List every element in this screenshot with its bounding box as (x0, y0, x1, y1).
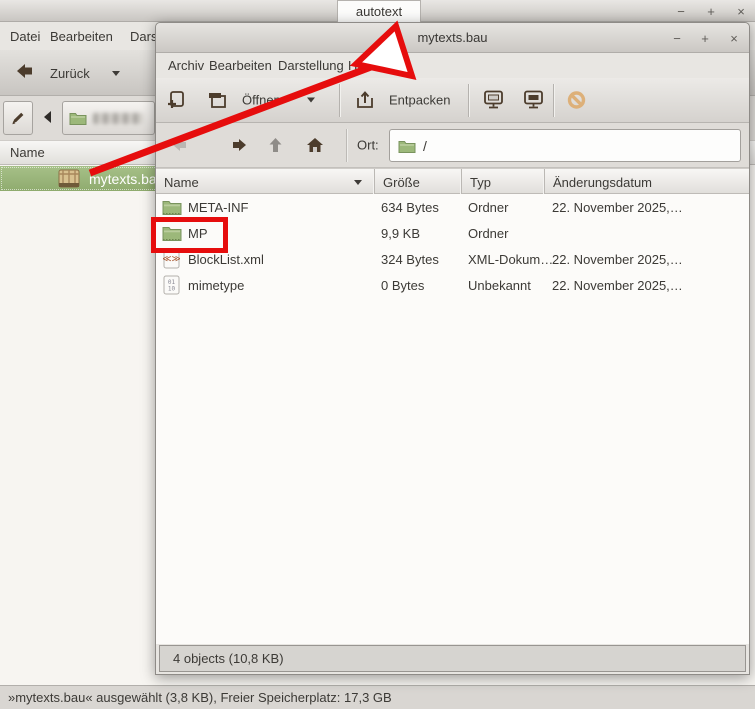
nav-home-button[interactable] (306, 137, 324, 153)
menu-archiv[interactable]: Archiv (166, 53, 206, 78)
archive-minimize-button[interactable]: − (668, 29, 686, 47)
view-all-files-button[interactable] (483, 90, 505, 111)
location-value: / (423, 138, 427, 154)
location-input[interactable]: / (389, 129, 741, 162)
column-header-modified-label: Änderungsdatum (553, 175, 652, 190)
table-row-meta-inf[interactable]: META-INF 634 Bytes Ordner 22. November 2… (156, 194, 749, 220)
nav-forward-button[interactable] (231, 138, 247, 152)
table-row-blocklist[interactable]: ≪≫ BlockList.xml 324 Bytes XML-Dokum… 22… (156, 246, 749, 272)
column-header-size[interactable]: Größe (374, 169, 461, 195)
svg-text:10: 10 (168, 286, 176, 293)
breadcrumb-folder-button[interactable] (62, 101, 155, 135)
archive-close-button[interactable]: × (725, 29, 743, 47)
archive-status-text: 4 objects (10,8 KB) (173, 651, 284, 666)
file-size: 634 Bytes (381, 194, 439, 220)
archive-file-list[interactable]: META-INF 634 Bytes Ordner 22. November 2… (156, 194, 749, 644)
bg-status-text: »mytexts.bau« ausgewählt (3,8 KB), Freie… (8, 690, 392, 705)
no-entry-icon (567, 91, 586, 110)
toolbar-separator (553, 84, 554, 117)
menu-bearbeiten[interactable]: Bearbeiten (207, 53, 274, 78)
file-modified: 22. November 2025,… (552, 194, 683, 220)
archive-file-icon (57, 168, 81, 189)
archive-statusbar: 4 objects (10,8 KB) (159, 645, 746, 672)
toolbar-separator (468, 84, 469, 117)
file-modified: 22. November 2025,… (552, 246, 683, 272)
forward-arrow-icon (231, 138, 247, 152)
table-row-mimetype[interactable]: 0110 mimetype 0 Bytes Unbekannt 22. Nove… (156, 272, 749, 298)
archive-navbar: Ort: / (156, 123, 749, 168)
add-files-icon (166, 90, 186, 110)
column-header-name-label: Name (164, 175, 199, 190)
view-as-folder-button[interactable] (523, 90, 545, 111)
archive-column-headers: Name Größe Typ Änderungsdatum (156, 168, 749, 194)
archive-toolbar: Öffnen Entpacken (156, 78, 749, 123)
bg-window-titlebar: autotext − + × (0, 0, 755, 22)
extract-button[interactable] (354, 90, 376, 110)
archive-menubar: Archiv Bearbeiten Darstellung Hilfe (156, 53, 749, 78)
annotation-rect-mp (151, 217, 228, 253)
archive-box-icon (206, 90, 228, 110)
desktop: autotext − + × Datei Bearbeiten Darstell… (0, 0, 755, 709)
delete-button[interactable] (206, 90, 228, 110)
back-arrow-icon (16, 63, 34, 79)
file-name: mimetype (188, 272, 244, 298)
file-type: Unbekannt (468, 272, 531, 298)
up-arrow-icon (268, 137, 283, 153)
file-type: Ordner (468, 220, 508, 246)
blurred-breadcrumb-text (93, 113, 143, 124)
location-label: Ort: (357, 138, 379, 153)
column-header-size-label: Größe (383, 175, 420, 190)
archive-titlebar: mytexts.bau − + × (156, 23, 749, 53)
back-arrow-disabled-icon (172, 138, 188, 152)
svg-text:≪≫: ≪≫ (163, 255, 180, 265)
nav-up-button[interactable] (268, 137, 283, 153)
column-header-type-label: Typ (470, 175, 491, 190)
selected-file-label: mytexts.bau (89, 171, 164, 187)
edit-path-button[interactable] (3, 101, 33, 135)
sort-descending-icon (354, 180, 362, 185)
bg-close-button[interactable]: × (732, 2, 750, 20)
column-header-modified[interactable]: Änderungsdatum (544, 169, 749, 195)
menu-darstellung[interactable]: Darstellung (276, 53, 346, 78)
bg-minimize-button[interactable]: − (672, 2, 690, 20)
column-header-name[interactable]: Name (156, 169, 374, 195)
file-size: 9,9 KB (381, 220, 420, 246)
file-type: XML-Dokum… (468, 246, 553, 272)
screen-icon (483, 90, 505, 111)
navbar-separator (346, 129, 347, 162)
home-icon (306, 137, 324, 153)
folder-icon (69, 111, 87, 125)
back-dropdown-icon[interactable] (112, 71, 120, 76)
bg-statusbar: »mytexts.bau« ausgewählt (3,8 KB), Freie… (0, 685, 755, 709)
extract-icon (354, 90, 376, 110)
open-dropdown-icon[interactable] (307, 98, 315, 103)
screen-dark-icon (523, 90, 545, 111)
menu-hilfe[interactable]: Hilfe (346, 53, 376, 78)
column-header-type[interactable]: Typ (461, 169, 544, 195)
back-button[interactable]: Zurück (48, 50, 92, 96)
file-size: 0 Bytes (381, 272, 424, 298)
archive-window-title: mytexts.bau (417, 30, 487, 45)
binary-file-icon: 0110 (163, 272, 180, 298)
bg-menu-bearbeiten[interactable]: Bearbeiten (48, 22, 115, 50)
file-size: 324 Bytes (381, 246, 439, 272)
bg-menu-datei[interactable]: Datei (8, 22, 42, 50)
toolbar-separator (339, 84, 340, 117)
stop-button[interactable] (567, 91, 586, 110)
nav-back-button[interactable] (172, 138, 188, 152)
file-modified: 22. November 2025,… (552, 272, 683, 298)
pencil-icon (10, 110, 26, 126)
scroll-left-icon[interactable] (42, 110, 52, 124)
table-row-mp[interactable]: MP 9,9 KB Ordner (156, 220, 749, 246)
open-button[interactable]: Öffnen (242, 93, 281, 108)
archive-window: mytexts.bau − + × Archiv Bearbeiten Dars… (155, 22, 750, 675)
add-files-button[interactable] (166, 90, 186, 110)
file-type: Ordner (468, 194, 508, 220)
bg-window-title: autotext (337, 0, 421, 22)
bg-maximize-button[interactable]: + (702, 2, 720, 20)
archive-maximize-button[interactable]: + (696, 29, 714, 47)
folder-icon (398, 139, 416, 153)
extract-button-label[interactable]: Entpacken (389, 93, 450, 108)
